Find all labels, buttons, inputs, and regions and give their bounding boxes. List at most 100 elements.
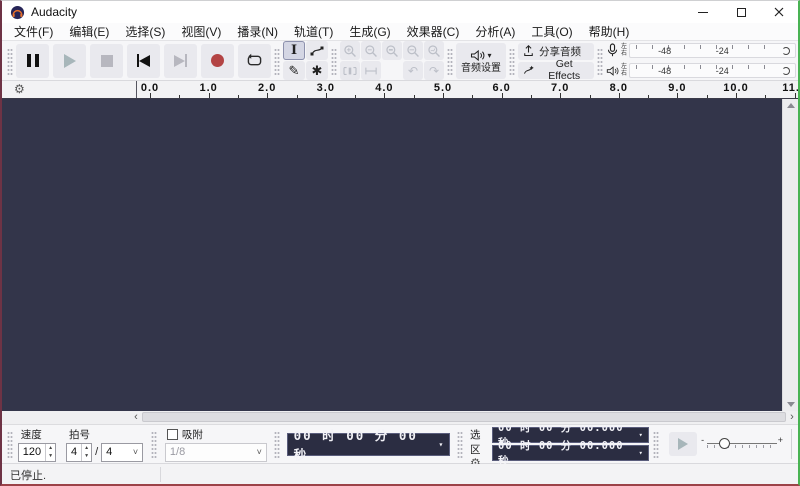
recording-meter[interactable]: 左右 -48 -24 (606, 42, 796, 60)
trim-outside-selection-button[interactable] (340, 61, 360, 80)
playback-meter-track[interactable]: -48 -24 (629, 63, 796, 78)
track-area[interactable] (2, 99, 798, 411)
share-audio-button[interactable]: 分享音频 (518, 43, 594, 60)
ruler-tick (326, 93, 327, 98)
scroll-left-icon[interactable]: ‹ (130, 411, 142, 424)
ruler-tick (560, 93, 561, 98)
multi-tool-button[interactable]: ✱ (306, 61, 328, 80)
toolbar-grip[interactable] (331, 47, 337, 75)
snap-checkbox[interactable] (167, 429, 178, 440)
time-display[interactable]: 00 时 00 分 00 秒 ▾ (287, 433, 451, 456)
zoom-in-button[interactable] (340, 41, 360, 60)
ruler-tick (267, 93, 268, 98)
close-button[interactable] (760, 1, 798, 23)
audio-setup-button[interactable]: ▾ 音频设置 (456, 43, 506, 79)
scroll-down-icon[interactable] (787, 402, 795, 407)
scroll-up-icon[interactable] (787, 103, 795, 108)
play-at-speed-button[interactable] (669, 432, 698, 456)
timeline-options-gear-icon[interactable]: ⚙ (14, 82, 25, 96)
get-effects-button[interactable]: Get Effects (518, 62, 594, 79)
envelope-tool-button[interactable] (306, 41, 328, 60)
zoom-project-button[interactable] (403, 41, 423, 60)
skip-to-start-button[interactable] (127, 44, 160, 78)
toolbar-grip[interactable] (509, 47, 515, 75)
ruler-tick (209, 93, 210, 98)
playback-meter[interactable]: 左右 -48 -24 (606, 62, 796, 80)
tempo-spinbox[interactable]: 120 ▲▼ (18, 443, 56, 462)
timesig-upper-spinbox[interactable]: 4 ▲▼ (66, 443, 92, 462)
pause-button[interactable] (16, 44, 49, 78)
toolbar-grip[interactable] (447, 47, 453, 75)
selection-fields: 00 时 00 分 00.000 秒 ▾ 00 时 00 分 00.000 秒 … (492, 427, 649, 461)
timeline-scale[interactable]: 0.01.02.03.04.05.06.07.08.09.010.011.0 (137, 81, 798, 98)
zoom-out-button[interactable] (361, 41, 381, 60)
silence-selection-button[interactable] (361, 61, 381, 80)
menu-item[interactable]: 文件(F) (6, 23, 61, 41)
redo-button[interactable]: ↷ (424, 61, 444, 80)
timesig-lower-select[interactable]: 4 ˅ (101, 443, 143, 462)
toolbar-grip[interactable] (7, 430, 13, 458)
menu-item[interactable]: 工具(O) (523, 23, 580, 41)
snap-select[interactable]: 1/8 ˅ (165, 443, 267, 462)
meter-ticks (636, 45, 775, 49)
toolbar-grip[interactable] (7, 47, 13, 75)
ruler-tick (384, 93, 385, 98)
dropdown-caret-icon: ▾ (639, 431, 643, 439)
selection-tool-button[interactable]: I (283, 41, 305, 60)
toolbar-grip[interactable] (274, 47, 280, 75)
menu-item[interactable]: 轨道(T) (286, 23, 341, 41)
menu-item[interactable]: 分析(A) (467, 23, 523, 41)
meter-ticks (636, 65, 775, 69)
stop-button[interactable] (90, 44, 123, 78)
zoom-out-icon (364, 44, 378, 58)
play-speed-slider[interactable]: - + (701, 434, 783, 454)
skip-to-end-button[interactable] (164, 44, 197, 78)
pause-icon (27, 54, 39, 67)
draw-tool-button[interactable]: ✎ (283, 61, 305, 80)
vertical-scrollbar[interactable] (782, 99, 798, 411)
ruler-tick (677, 93, 678, 98)
recording-meter-track[interactable]: -48 -24 (629, 43, 796, 58)
tempo-section: 速度 120 ▲▼ (18, 427, 56, 462)
menu-item[interactable]: 视图(V) (173, 23, 229, 41)
ruler-tick (472, 95, 473, 98)
timeline-ruler[interactable]: ⚙ 0.01.02.03.04.05.06.07.08.09.010.011.0 (2, 81, 798, 99)
scrollbar-thumb[interactable] (142, 412, 786, 422)
ruler-tick (765, 95, 766, 98)
zoom-selection-icon (385, 44, 399, 58)
spin-arrows-icon[interactable]: ▲▼ (81, 444, 91, 461)
record-icon (211, 54, 224, 67)
menu-item[interactable]: 效果器(C) (399, 23, 468, 41)
selection-end-display[interactable]: 00 时 00 分 00.000 秒 ▾ (492, 445, 649, 461)
minimize-button[interactable] (684, 1, 722, 23)
close-icon (774, 7, 784, 17)
zoom-toggle-icon (427, 44, 441, 58)
menu-item[interactable]: 播录(N) (229, 23, 286, 41)
toolbar-grip[interactable] (151, 430, 157, 458)
record-button[interactable] (201, 44, 234, 78)
undo-button[interactable]: ↶ (403, 61, 423, 80)
menu-item[interactable]: 选择(S) (117, 23, 173, 41)
toolbar-grip[interactable] (597, 47, 603, 75)
status-text: 已停止. (10, 467, 46, 483)
skip-to-end-icon (174, 54, 188, 67)
menu-item[interactable]: 编辑(E) (61, 23, 117, 41)
zoom-selection-button[interactable] (382, 41, 402, 60)
loop-button[interactable] (238, 44, 271, 78)
scroll-right-icon[interactable]: › (786, 411, 798, 424)
horizontal-scrollbar[interactable]: ‹ › (130, 411, 798, 423)
ruler-label: 11.0 (782, 82, 798, 94)
ruler-tick (707, 95, 708, 98)
menubar: 文件(F)编辑(E)选择(S)视图(V)播录(N)轨道(T)生成(G)效果器(C… (2, 23, 798, 41)
toolbar-grip[interactable] (274, 430, 280, 458)
maximize-button[interactable] (722, 1, 760, 23)
zoom-toggle-button[interactable] (424, 41, 444, 60)
play-button[interactable] (53, 44, 86, 78)
toolbar-grip[interactable] (457, 430, 463, 458)
toolbar-grip[interactable] (653, 430, 659, 458)
meter-ring-icon (782, 67, 790, 75)
snap-value: 1/8 (170, 446, 185, 458)
menu-item[interactable]: 生成(G) (341, 23, 398, 41)
menu-item[interactable]: 帮助(H) (581, 23, 638, 41)
spin-arrows-icon[interactable]: ▲▼ (45, 444, 55, 461)
